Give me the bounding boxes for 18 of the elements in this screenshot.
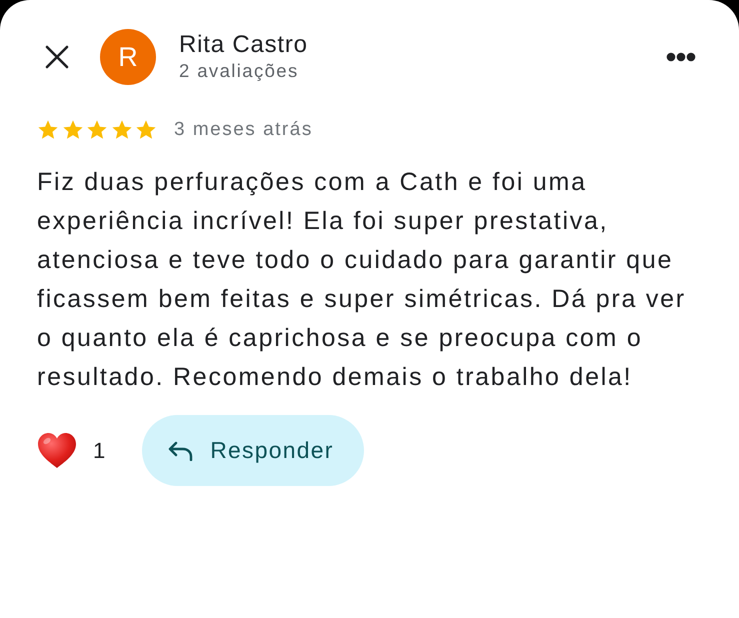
- star-icon: [135, 119, 157, 141]
- close-button[interactable]: [44, 44, 70, 70]
- heart-icon[interactable]: [37, 432, 77, 469]
- avatar: R: [100, 29, 156, 85]
- more-button[interactable]: [666, 52, 696, 62]
- review-count: 2 avaliações: [179, 59, 299, 83]
- star-icon: [37, 119, 59, 141]
- star-icon: [86, 119, 108, 141]
- reaction-count: 1: [93, 438, 106, 464]
- review-text: Fiz duas perfurações com a Cath e foi uma experiência incrível! Ela foi super prestativa, atenciosa e teve todo o cuidado para garantir que ficassem bem feitas e super simétricas. Dá pra ver o quanto ela é caprichosa e se preocupa com o resultado. Recomendo demais o trabalho dela!: [37, 167, 687, 393]
- review-time: 3 meses atrás: [174, 119, 313, 141]
- star-icon: [110, 119, 132, 141]
- reviewer-name: Rita Castro: [179, 31, 308, 59]
- reply-button[interactable]: Responder: [142, 415, 364, 486]
- reply-icon: [168, 440, 194, 460]
- star-icon: [62, 119, 84, 141]
- more-icon: [666, 52, 696, 62]
- close-icon: [45, 45, 69, 69]
